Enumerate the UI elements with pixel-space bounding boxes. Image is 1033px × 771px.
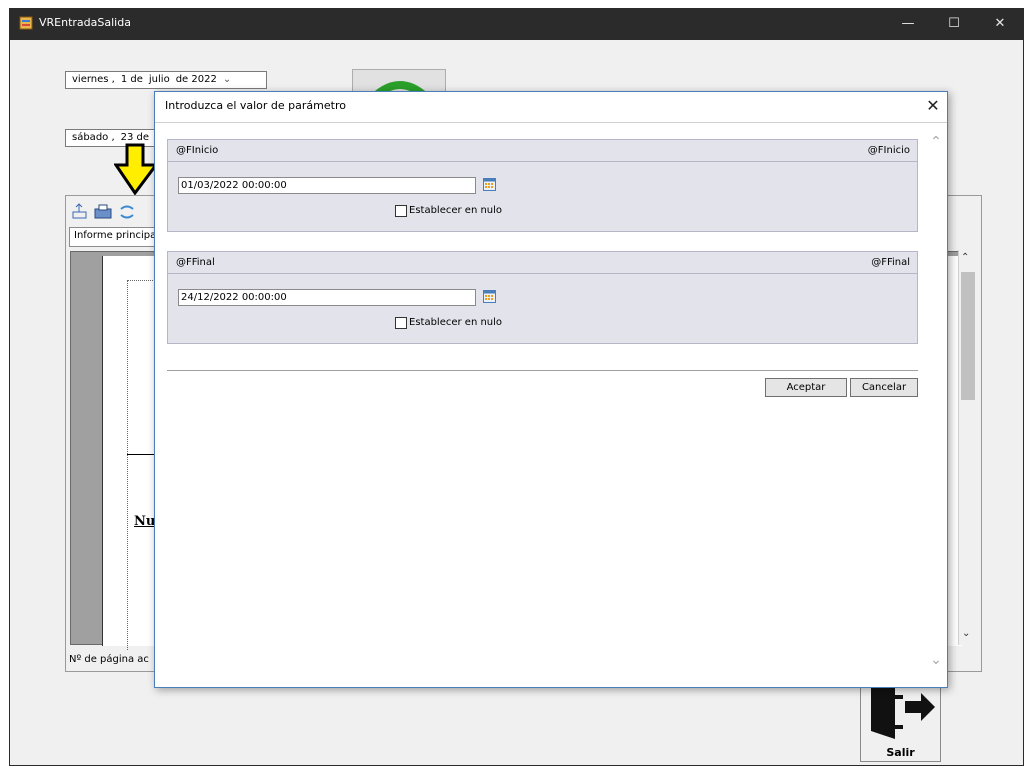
date-from-weekday: viernes , <box>72 74 115 85</box>
ffinal-null-label: Establecer en nulo <box>409 317 503 328</box>
param-name: @FInicio <box>176 145 219 156</box>
date-to-weekday: sábado , <box>72 132 115 143</box>
date-from-picker[interactable]: viernes , 1 de julio de 2022 ⌄ <box>65 71 267 89</box>
date-from-year: de 2022 <box>175 74 217 85</box>
page-number-status: Nº de página ac <box>69 654 149 665</box>
print-icon <box>94 204 112 219</box>
date-from-month: julio <box>148 74 170 85</box>
calendar-icon[interactable] <box>483 178 496 191</box>
dialog-title-separator <box>155 122 947 123</box>
exit-door-icon <box>871 687 935 739</box>
maximize-button[interactable]: ☐ <box>931 12 977 36</box>
calendar-icon[interactable] <box>483 290 496 303</box>
app-icon <box>19 16 33 30</box>
export-icon <box>72 203 87 219</box>
refresh-icon <box>120 205 134 219</box>
refresh-icon <box>373 81 427 92</box>
finicio-null-checkbox[interactable] <box>395 205 407 217</box>
ffinal-null-checkbox[interactable] <box>395 317 407 329</box>
param-header: @FInicio @FInicio <box>168 140 917 162</box>
dialog-title: Introduzca el valor de parámetro <box>165 99 346 112</box>
finicio-null-label: Establecer en nulo <box>409 205 503 216</box>
refresh-report-button[interactable] <box>352 69 446 93</box>
viewer-scrollbar[interactable]: ⌃ ⌄ <box>958 250 976 645</box>
scroll-down-icon[interactable]: ⌄ <box>962 628 970 639</box>
cancel-button[interactable]: Cancelar <box>850 378 918 397</box>
dialog-scroll-down-icon[interactable]: ⌄ <box>929 653 943 668</box>
param-panel-finicio: @FInicio @FInicio 01/03/2022 00:00:00 Es… <box>167 139 918 232</box>
down-arrow-indicator-icon <box>113 143 159 196</box>
param-name-right: @FInicio <box>867 145 910 156</box>
report-margin <box>127 280 157 650</box>
accept-button[interactable]: Aceptar <box>765 378 847 397</box>
dialog-separator <box>167 370 918 371</box>
viewer-toolbar <box>71 202 151 222</box>
window-title: VREntradaSalida <box>39 16 131 29</box>
scroll-thumb[interactable] <box>961 272 975 400</box>
exit-button[interactable]: Salir <box>860 684 941 762</box>
ffinal-input[interactable]: 24/12/2022 00:00:00 <box>178 289 476 306</box>
minimize-button[interactable]: — <box>885 12 931 36</box>
finicio-input[interactable]: 01/03/2022 00:00:00 <box>178 177 476 194</box>
chevron-down-icon: ⌄ <box>222 74 232 85</box>
param-name-right: @FFinal <box>871 257 910 268</box>
param-panel-ffinal: @FFinal @FFinal 24/12/2022 00:00:00 Esta… <box>167 251 918 344</box>
parameter-dialog: Introduzca el valor de parámetro ✕ @FIni… <box>154 91 948 688</box>
param-name: @FFinal <box>176 257 215 268</box>
exit-label: Salir <box>886 746 915 759</box>
dialog-scroll-up-icon[interactable]: ⌃ <box>929 135 943 150</box>
dialog-close-button[interactable]: ✕ <box>923 95 943 117</box>
title-bar: VREntradaSalida — ☐ ✕ <box>9 8 1024 40</box>
close-window-button[interactable]: ✕ <box>977 12 1023 36</box>
date-from-day: 1 de <box>120 74 143 85</box>
scroll-up-icon[interactable]: ⌃ <box>961 252 969 263</box>
report-heading: Nu <box>134 514 156 529</box>
param-header: @FFinal @FFinal <box>168 252 917 274</box>
